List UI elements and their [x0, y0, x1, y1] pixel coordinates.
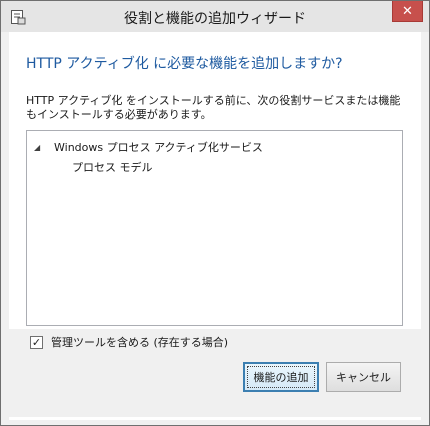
dialog-description: HTTP アクティブ化 をインストールする前に、次の役割サービスまたは機能もイン…	[26, 94, 401, 121]
close-icon: ✕	[402, 3, 413, 19]
required-features-tree[interactable]: ◢ Windows プロセス アクティブ化サービス プロセス モデル	[26, 130, 403, 326]
tree-item-process-model[interactable]: プロセス モデル	[72, 159, 153, 175]
tree-item-label: プロセス モデル	[72, 161, 153, 174]
focus-rectangle	[247, 366, 315, 388]
include-tools-checkbox[interactable]: ✓	[30, 335, 43, 349]
include-tools-option[interactable]: ✓ 管理ツールを含める (存在する場合)	[30, 334, 228, 350]
add-features-button[interactable]: 機能の追加	[243, 362, 319, 392]
check-icon: ✓	[31, 335, 42, 349]
tree-item-was[interactable]: ◢ Windows プロセス アクティブ化サービス	[34, 139, 263, 155]
close-button[interactable]: ✕	[392, 1, 423, 22]
dialog-heading: HTTP アクティブ化 に必要な機能を追加しますか?	[26, 56, 343, 72]
title-bar[interactable]: 役割と機能の追加ウィザード ✕	[1, 1, 429, 32]
cancel-button[interactable]: キャンセル	[326, 362, 401, 392]
wizard-window: 役割と機能の追加ウィザード ✕ HTTP アクティブ化 に必要な機能を追加します…	[0, 0, 430, 426]
collapse-arrow-icon[interactable]: ◢	[34, 143, 46, 152]
include-tools-label[interactable]: 管理ツールを含める (存在する場合)	[51, 334, 228, 350]
cancel-label: キャンセル	[336, 371, 391, 384]
tree-item-label: Windows プロセス アクティブ化サービス	[54, 141, 263, 154]
window-title: 役割と機能の追加ウィザード	[124, 11, 306, 27]
